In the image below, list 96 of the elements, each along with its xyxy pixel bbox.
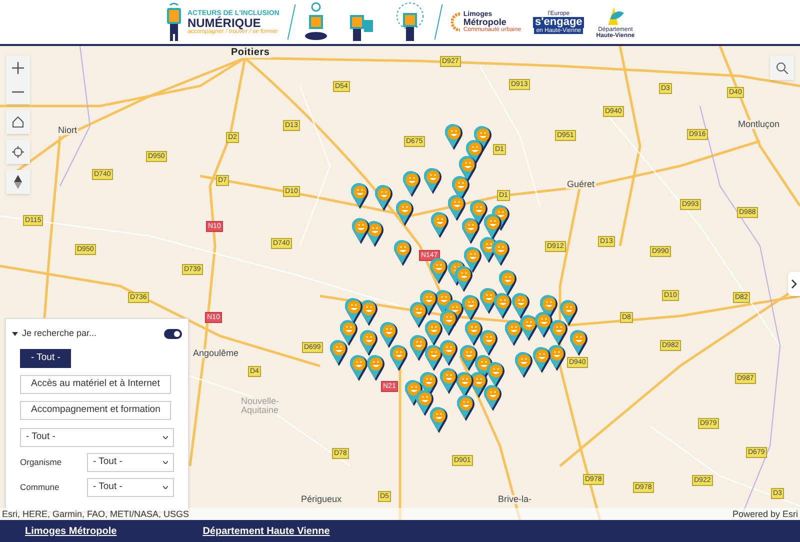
map-marker-icon[interactable] bbox=[465, 320, 483, 346]
map-marker-icon[interactable] bbox=[396, 200, 414, 226]
toggle-switch[interactable] bbox=[164, 328, 182, 339]
map-marker-icon[interactable] bbox=[499, 270, 517, 296]
map-marker-icon[interactable] bbox=[480, 330, 498, 356]
map-marker-icon[interactable] bbox=[515, 352, 533, 378]
map-marker-icon[interactable] bbox=[425, 320, 443, 346]
category-button[interactable]: Accès au matériel et à Internet bbox=[20, 374, 171, 394]
map-marker-icon[interactable] bbox=[416, 390, 434, 416]
crosshair-icon bbox=[12, 146, 24, 158]
map-marker-icon[interactable] bbox=[455, 266, 473, 292]
map-marker-icon[interactable] bbox=[494, 293, 512, 319]
select-dropdown[interactable]: - Tout - bbox=[20, 428, 174, 446]
footer-link[interactable]: Limoges Métropole bbox=[25, 524, 117, 538]
place-label: Guéret bbox=[566, 180, 596, 189]
select-dropdown[interactable]: - Tout - bbox=[87, 478, 174, 496]
place-label: Aquitaine bbox=[240, 406, 280, 415]
map-marker-icon[interactable] bbox=[445, 124, 463, 150]
map-marker-icon[interactable] bbox=[492, 240, 510, 266]
plus-icon bbox=[12, 62, 24, 74]
locate-button[interactable] bbox=[6, 140, 30, 164]
map-marker-icon[interactable] bbox=[380, 322, 398, 348]
logo-title: Métropole bbox=[463, 18, 506, 27]
map-marker-icon[interactable] bbox=[352, 218, 370, 244]
search-icon bbox=[776, 62, 788, 74]
arc-logo-icon bbox=[451, 12, 462, 32]
home-button[interactable] bbox=[6, 110, 30, 134]
map-marker-icon[interactable] bbox=[424, 168, 442, 194]
map-marker-icon[interactable] bbox=[350, 355, 368, 381]
map-marker-icon[interactable] bbox=[484, 385, 502, 411]
map-marker-icon[interactable] bbox=[550, 320, 568, 346]
map-marker-icon[interactable] bbox=[431, 212, 449, 238]
map-marker-icon[interactable] bbox=[430, 258, 448, 284]
map-attribution: Esri, HERE, Garmin, FAO, METI/NASA, USGS bbox=[2, 508, 190, 520]
map-marker-icon[interactable] bbox=[512, 293, 530, 319]
expand-panel-button[interactable] bbox=[788, 272, 800, 296]
map-marker-icon[interactable] bbox=[487, 362, 505, 388]
place-label: Nouvelle- bbox=[240, 397, 280, 406]
place-label: Poitiers bbox=[230, 48, 271, 58]
map-marker-icon[interactable] bbox=[560, 300, 578, 326]
map-marker-icon[interactable] bbox=[520, 315, 538, 341]
map-marker-icon[interactable] bbox=[440, 340, 458, 366]
map-marker-icon[interactable] bbox=[440, 310, 458, 336]
map-marker-icon[interactable] bbox=[375, 185, 393, 211]
field-label: Organisme bbox=[20, 456, 62, 468]
map-marker-icon[interactable] bbox=[360, 300, 378, 326]
field-label: Commune bbox=[20, 480, 60, 494]
home-icon bbox=[12, 116, 24, 128]
map-marker-icon[interactable] bbox=[340, 320, 358, 346]
map-marker-icon[interactable] bbox=[462, 218, 480, 244]
map-marker-icon[interactable] bbox=[548, 345, 566, 371]
map-marker-icon[interactable] bbox=[410, 335, 428, 361]
map-marker-icon[interactable] bbox=[462, 295, 480, 321]
compass-button[interactable] bbox=[6, 170, 30, 194]
map-marker-icon[interactable] bbox=[410, 302, 428, 328]
chevron-right-icon bbox=[791, 279, 797, 289]
map-marker-icon[interactable] bbox=[394, 240, 412, 266]
map-marker-icon[interactable] bbox=[430, 407, 448, 433]
map-marker-icon[interactable] bbox=[440, 368, 458, 394]
map-marker-icon[interactable] bbox=[367, 355, 385, 381]
map-marker-icon[interactable] bbox=[403, 171, 421, 197]
logo-title: NUMÉRIQUE bbox=[187, 16, 261, 28]
chevron-down-icon bbox=[163, 460, 168, 464]
map-marker-icon[interactable] bbox=[390, 345, 408, 371]
map-marker-icon[interactable] bbox=[460, 345, 478, 371]
chevron-down-icon bbox=[163, 436, 168, 438]
logo-title: s'engage bbox=[533, 16, 584, 28]
select-dropdown[interactable]: - Tout - bbox=[87, 452, 174, 472]
map-marker-icon[interactable] bbox=[457, 395, 475, 421]
panel-toggle[interactable]: Je recherche par... bbox=[12, 327, 97, 340]
map-marker-icon[interactable] bbox=[505, 320, 523, 346]
category-button[interactable]: Accompagnement et formation bbox=[20, 400, 172, 420]
category-button[interactable]: - Tout - bbox=[20, 348, 72, 368]
compass-icon bbox=[14, 175, 22, 189]
map-marker-icon[interactable] bbox=[570, 330, 588, 356]
place-label: Brive-la- bbox=[497, 495, 533, 504]
search-button[interactable] bbox=[770, 56, 794, 80]
minus-icon bbox=[12, 91, 24, 93]
place-label: Niort bbox=[57, 126, 78, 135]
place-label: Angoulême bbox=[192, 349, 240, 358]
map-marker-icon[interactable] bbox=[425, 345, 443, 371]
place-label: Périgueux bbox=[300, 495, 343, 504]
map-marker-icon[interactable] bbox=[360, 330, 378, 356]
map-marker-icon[interactable] bbox=[535, 312, 553, 338]
place-label: Montluçon bbox=[737, 120, 781, 129]
chevron-down-icon bbox=[163, 486, 168, 488]
map[interactable] bbox=[0, 46, 800, 520]
map-marker-icon[interactable] bbox=[345, 298, 363, 324]
powered-by-link[interactable]: Powered by Esri bbox=[732, 508, 798, 520]
map-marker-icon[interactable] bbox=[480, 288, 498, 314]
map-marker-icon[interactable] bbox=[330, 340, 348, 366]
footer-link[interactable]: Département Haute Vienne bbox=[202, 524, 330, 538]
map-marker-icon[interactable] bbox=[448, 195, 466, 221]
map-marker-icon[interactable] bbox=[484, 214, 502, 240]
map-marker-icon[interactable] bbox=[351, 183, 369, 209]
map-marker-icon[interactable] bbox=[533, 347, 551, 373]
